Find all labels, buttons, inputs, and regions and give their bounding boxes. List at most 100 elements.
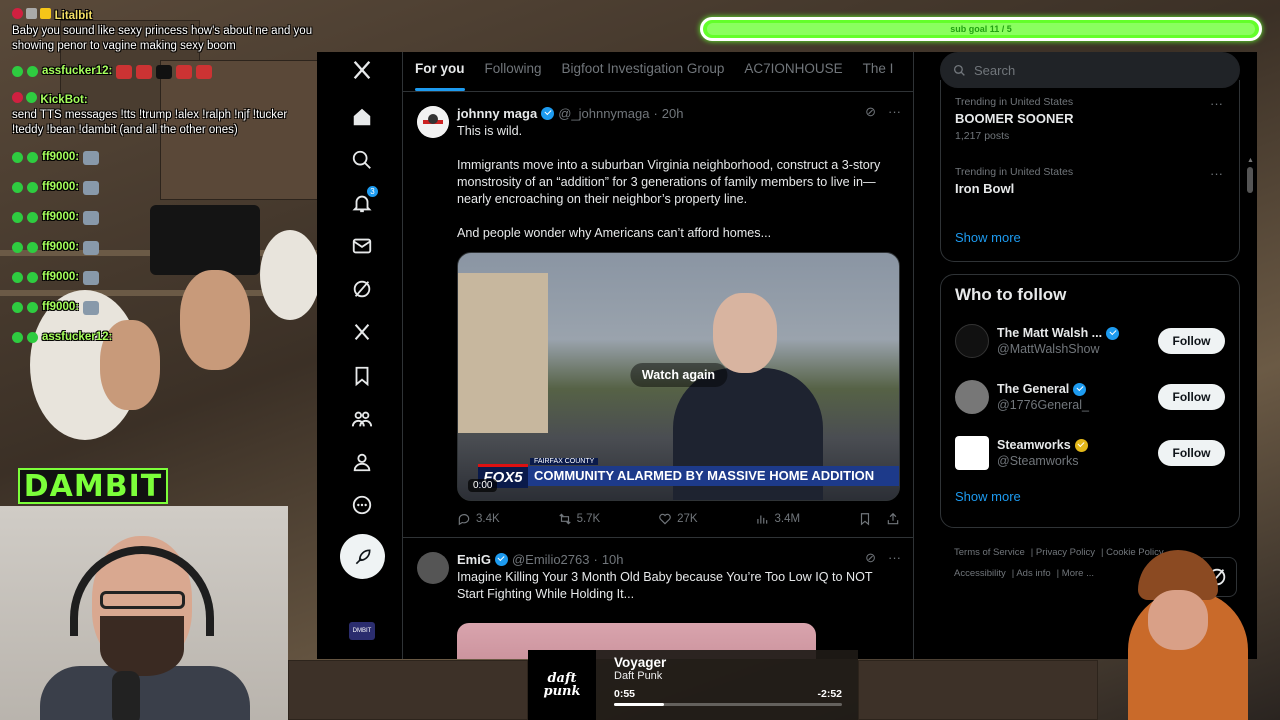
scrollbar-thumb[interactable] [1247,167,1253,193]
chat-username: assfucker12: [42,331,113,343]
follow-show-more-link[interactable]: Show more [941,481,1239,516]
share-icon[interactable] [886,512,900,526]
messages-mail-icon[interactable] [339,228,385,264]
trend-name: Iron Bowl [955,181,1015,196]
verified-badge-icon [541,106,555,120]
footer-link[interactable]: Privacy Policy [1036,547,1095,558]
video-house [458,273,548,433]
tweet-time[interactable]: 20h [662,106,684,121]
tab-bigfoot-investigation-group[interactable]: Bigfoot Investigation Group [562,52,739,91]
tweet-author-name[interactable]: EmiG [457,552,491,567]
chat-message: ff9000: [12,240,318,255]
channel-logo: DAMBIT [18,468,168,504]
bookmarks-icon[interactable] [339,358,385,394]
tab-overflow[interactable]: The I [863,52,908,91]
more-icon[interactable]: ··· [1210,166,1223,181]
watch-again-button[interactable]: Watch again [629,363,728,387]
grok-icon[interactable]: ⊘ [865,104,876,120]
follow-suggestion[interactable]: The Matt Walsh ... @MattWalshShow Follow [941,313,1239,369]
footer-link[interactable]: More ... [1062,568,1094,579]
tweet[interactable]: EmiG @Emilio2763 · 10h ⊘ ··· Imagine Kil… [403,538,913,659]
more-icon[interactable]: ··· [1210,96,1223,111]
bookmark-icon[interactable] [858,512,872,526]
account-avatar[interactable]: DMBIT [349,622,375,640]
chat-username: ff9000: [42,181,80,193]
tab-ac7ionhouse[interactable]: AC7IONHOUSE [744,52,856,91]
verified-badge-icon [1106,326,1120,340]
search-placeholder: Search [974,62,1016,78]
more-icon[interactable]: ··· [888,550,901,566]
chat-badge-icon [27,212,38,223]
chat-username: ff9000: [42,301,80,313]
chat-badge-icon [12,302,23,313]
suggestion-avatar[interactable] [955,324,989,358]
suggestion-name[interactable]: Steamworks [997,438,1071,452]
tweet-video[interactable]: Watch again FAIRFAX COUNTY COMMUNITY ALA… [457,252,900,501]
follow-suggestion[interactable]: The General @1776General_ Follow [941,369,1239,425]
emote-icon [176,64,193,79]
chat-badge-icon [27,182,38,193]
now-playing-widget: daft punk Voyager Daft Punk 0:55 -2:52 [528,650,858,720]
feather-icon [355,548,371,564]
track-progress-bar [614,703,842,706]
grok-icon[interactable] [339,271,385,307]
chat-badge-icon [12,182,23,193]
chat-message: assfucker12: [12,64,318,79]
tweet-author-name[interactable]: johnny maga [457,106,537,121]
background-wall [288,660,528,720]
track-position: 0:55 [614,688,636,700]
tweet-avatar[interactable] [417,552,449,584]
chat-badge-icon [12,332,23,343]
follow-button[interactable]: Follow [1158,328,1225,354]
tweet-author-handle[interactable]: @_johnnymaga [558,106,649,121]
suggestion-name[interactable]: The General [997,382,1069,396]
suggestion-avatar[interactable] [955,380,989,414]
tab-for-you[interactable]: For you [415,52,479,91]
x-logo-icon[interactable] [339,52,385,88]
track-progress-fill [614,703,665,706]
trend-item[interactable]: Trending in United States Iron Bowl ··· [941,160,1239,230]
turkey-costume-overlay [1098,550,1280,720]
trends-show-more-link[interactable]: Show more [941,230,1239,257]
profile-icon[interactable] [339,444,385,480]
footer-link[interactable]: Terms of Service [954,547,1025,558]
home-icon[interactable] [339,99,385,135]
scroll-up-arrow-icon[interactable]: ▲ [1247,157,1255,165]
chat-badge-icon [12,272,23,283]
more-options-icon[interactable] [339,487,385,523]
emote-icon [83,270,100,285]
premium-x-icon[interactable] [339,314,385,350]
repost-button[interactable]: 5.7K [558,512,600,526]
views-button[interactable]: 3.4M [755,512,800,526]
tab-following[interactable]: Following [485,52,556,91]
footer-link[interactable]: Ads info [1016,568,1050,579]
footer-link[interactable]: Accessibility [954,568,1006,579]
tweet-avatar[interactable] [417,106,449,138]
trend-item[interactable]: Trending in United States BOOMER SOONER … [941,90,1239,160]
chat-badge-icon [27,242,38,253]
suggestion-info: The General @1776General_ [997,382,1150,412]
chat-message: Litalbit Baby you sound like sexy prince… [12,8,318,54]
follow-suggestion[interactable]: Steamworks @Steamworks Follow [941,425,1239,481]
reply-button[interactable]: 3.4K [457,512,500,526]
notifications-bell-icon[interactable]: 3 [339,185,385,221]
follow-button[interactable]: Follow [1158,384,1225,410]
communities-icon[interactable] [339,401,385,437]
tweet[interactable]: johnny maga @_johnnymaga · 20h ⊘ ··· Thi… [403,92,913,538]
emote-icon [196,64,213,79]
tweet-time[interactable]: 10h [602,552,624,567]
follow-button[interactable]: Follow [1158,440,1225,466]
trend-post-count: 1,217 posts [955,130,1010,142]
like-button[interactable]: 27K [658,512,698,526]
search-icon[interactable] [339,142,385,178]
tweet-actions: 3.4K 5.7K 27K 3.4M [457,501,908,537]
more-icon[interactable]: ··· [888,104,901,120]
compose-post-button[interactable] [340,534,385,579]
grok-icon[interactable]: ⊘ [865,550,876,566]
track-title: Voyager [614,655,667,670]
streamer-webcam [0,506,288,720]
suggestion-avatar[interactable] [955,436,989,470]
tweet-author-handle[interactable]: @Emilio2763 [512,552,590,567]
chat-badge-icon [27,66,38,77]
suggestion-name[interactable]: The Matt Walsh ... [997,326,1102,340]
